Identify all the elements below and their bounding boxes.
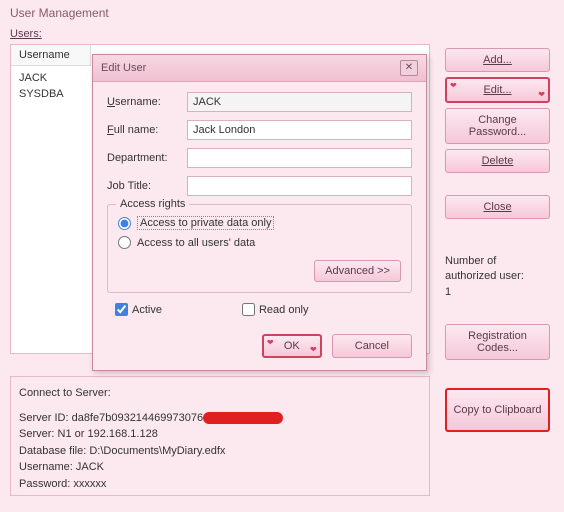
radio-private[interactable]: Access to private data only bbox=[118, 213, 401, 233]
edit-button[interactable]: Edit... bbox=[445, 77, 550, 103]
advanced-button[interactable]: Advanced >> bbox=[314, 260, 401, 282]
fullname-label: Full name: bbox=[107, 124, 187, 136]
stats-label: Number of authorized user: bbox=[445, 254, 550, 285]
access-rights-fieldset: Access rights Access to private data onl… bbox=[107, 204, 412, 293]
username-input[interactable] bbox=[187, 92, 412, 112]
server-info-panel: Connect to Server: Server ID: da8fe7b093… bbox=[10, 376, 430, 496]
stats-panel: Number of authorized user: 1 bbox=[445, 254, 550, 300]
radio-all-input[interactable] bbox=[118, 236, 131, 249]
department-label: Department: bbox=[107, 152, 187, 164]
active-checkbox-input[interactable] bbox=[115, 303, 128, 316]
dialog-title: Edit User bbox=[101, 62, 146, 74]
readonly-checkbox-input[interactable] bbox=[242, 303, 255, 316]
add-button[interactable]: Add... bbox=[445, 48, 550, 72]
server-line: Server: N1 or 192.168.1.128 bbox=[19, 426, 421, 443]
connect-label: Connect to Server: bbox=[19, 385, 421, 402]
fullname-input[interactable] bbox=[187, 120, 412, 140]
active-checkbox[interactable]: Active bbox=[115, 303, 162, 316]
radio-private-input[interactable] bbox=[118, 217, 131, 230]
users-label: Users: bbox=[10, 28, 554, 40]
close-icon[interactable]: ✕ bbox=[400, 60, 418, 76]
username-label: Username: bbox=[107, 96, 187, 108]
access-legend: Access rights bbox=[116, 198, 189, 210]
stats-count: 1 bbox=[445, 285, 550, 300]
readonly-checkbox[interactable]: Read only bbox=[242, 303, 309, 316]
close-button[interactable]: Close bbox=[445, 195, 550, 219]
registration-codes-button[interactable]: Registration Codes... bbox=[445, 324, 550, 360]
ok-button[interactable]: OK bbox=[262, 334, 322, 358]
radio-all[interactable]: Access to all users' data bbox=[118, 233, 401, 252]
username-line: Username: JACK bbox=[19, 459, 421, 476]
db-line: Database file: D:\Documents\MyDiary.edfx bbox=[19, 443, 421, 460]
jobtitle-input[interactable] bbox=[187, 176, 412, 196]
cancel-button[interactable]: Cancel bbox=[332, 334, 412, 358]
server-id-line: Server ID: da8fe7b093214469973076 bbox=[19, 410, 421, 427]
window-title: User Management bbox=[0, 0, 564, 24]
copy-to-clipboard-button[interactable]: Copy to Clipboard bbox=[445, 388, 550, 432]
delete-button[interactable]: Delete bbox=[445, 149, 550, 173]
users-column-header[interactable]: Username bbox=[11, 45, 91, 66]
department-input[interactable] bbox=[187, 148, 412, 168]
redacted-icon bbox=[203, 412, 283, 424]
jobtitle-label: Job Title: bbox=[107, 180, 187, 192]
password-line: Password: xxxxxx bbox=[19, 476, 421, 493]
edit-user-dialog: Edit User ✕ Username: Full name: Departm… bbox=[92, 54, 427, 371]
change-password-button[interactable]: Change Password... bbox=[445, 108, 550, 144]
